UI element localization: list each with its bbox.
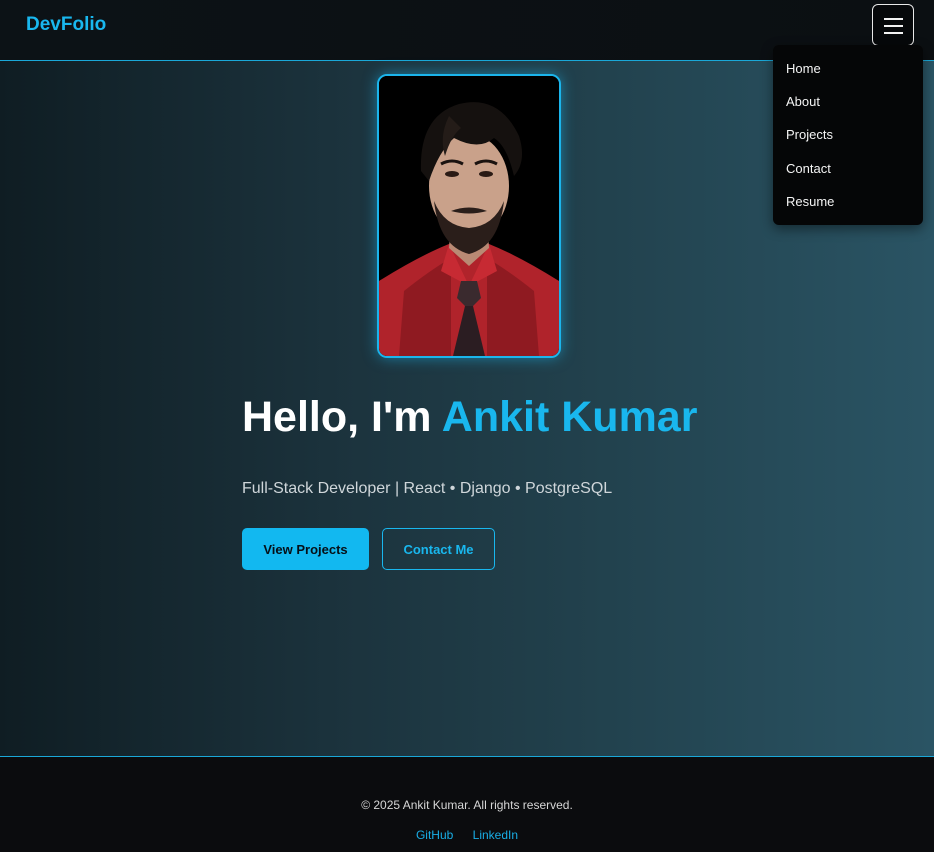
menu-item-contact[interactable]: Contact	[786, 161, 831, 176]
view-projects-button[interactable]: View Projects	[242, 528, 369, 570]
hero-subtitle: Full-Stack Developer | React • Django • …	[242, 480, 613, 497]
menu-item-projects[interactable]: Projects	[786, 127, 833, 142]
nav-dropdown-menu: Home About Projects Contact Resume	[773, 45, 923, 225]
hero-name: Ankit Kumar	[441, 393, 698, 441]
brand-logo[interactable]: DevFolio	[26, 14, 106, 36]
greeting-text: Hello, I'm	[242, 393, 432, 441]
linkedin-link[interactable]: LinkedIn	[473, 828, 518, 842]
menu-item-about[interactable]: About	[786, 94, 820, 109]
menu-item-resume[interactable]: Resume	[786, 194, 834, 209]
menu-item-home[interactable]: Home	[786, 61, 821, 76]
footer: © 2025 Ankit Kumar. All rights reserved.…	[0, 758, 934, 852]
contact-me-button[interactable]: Contact Me	[382, 528, 495, 570]
copyright-text: © 2025 Ankit Kumar. All rights reserved.	[361, 798, 573, 812]
footer-links: GitHub LinkedIn	[0, 828, 934, 842]
profile-photo	[377, 74, 561, 358]
hero-heading: Hello, I'm Ankit Kumar	[242, 393, 697, 442]
menu-toggle-button[interactable]	[872, 4, 914, 46]
github-link[interactable]: GitHub	[416, 828, 453, 842]
